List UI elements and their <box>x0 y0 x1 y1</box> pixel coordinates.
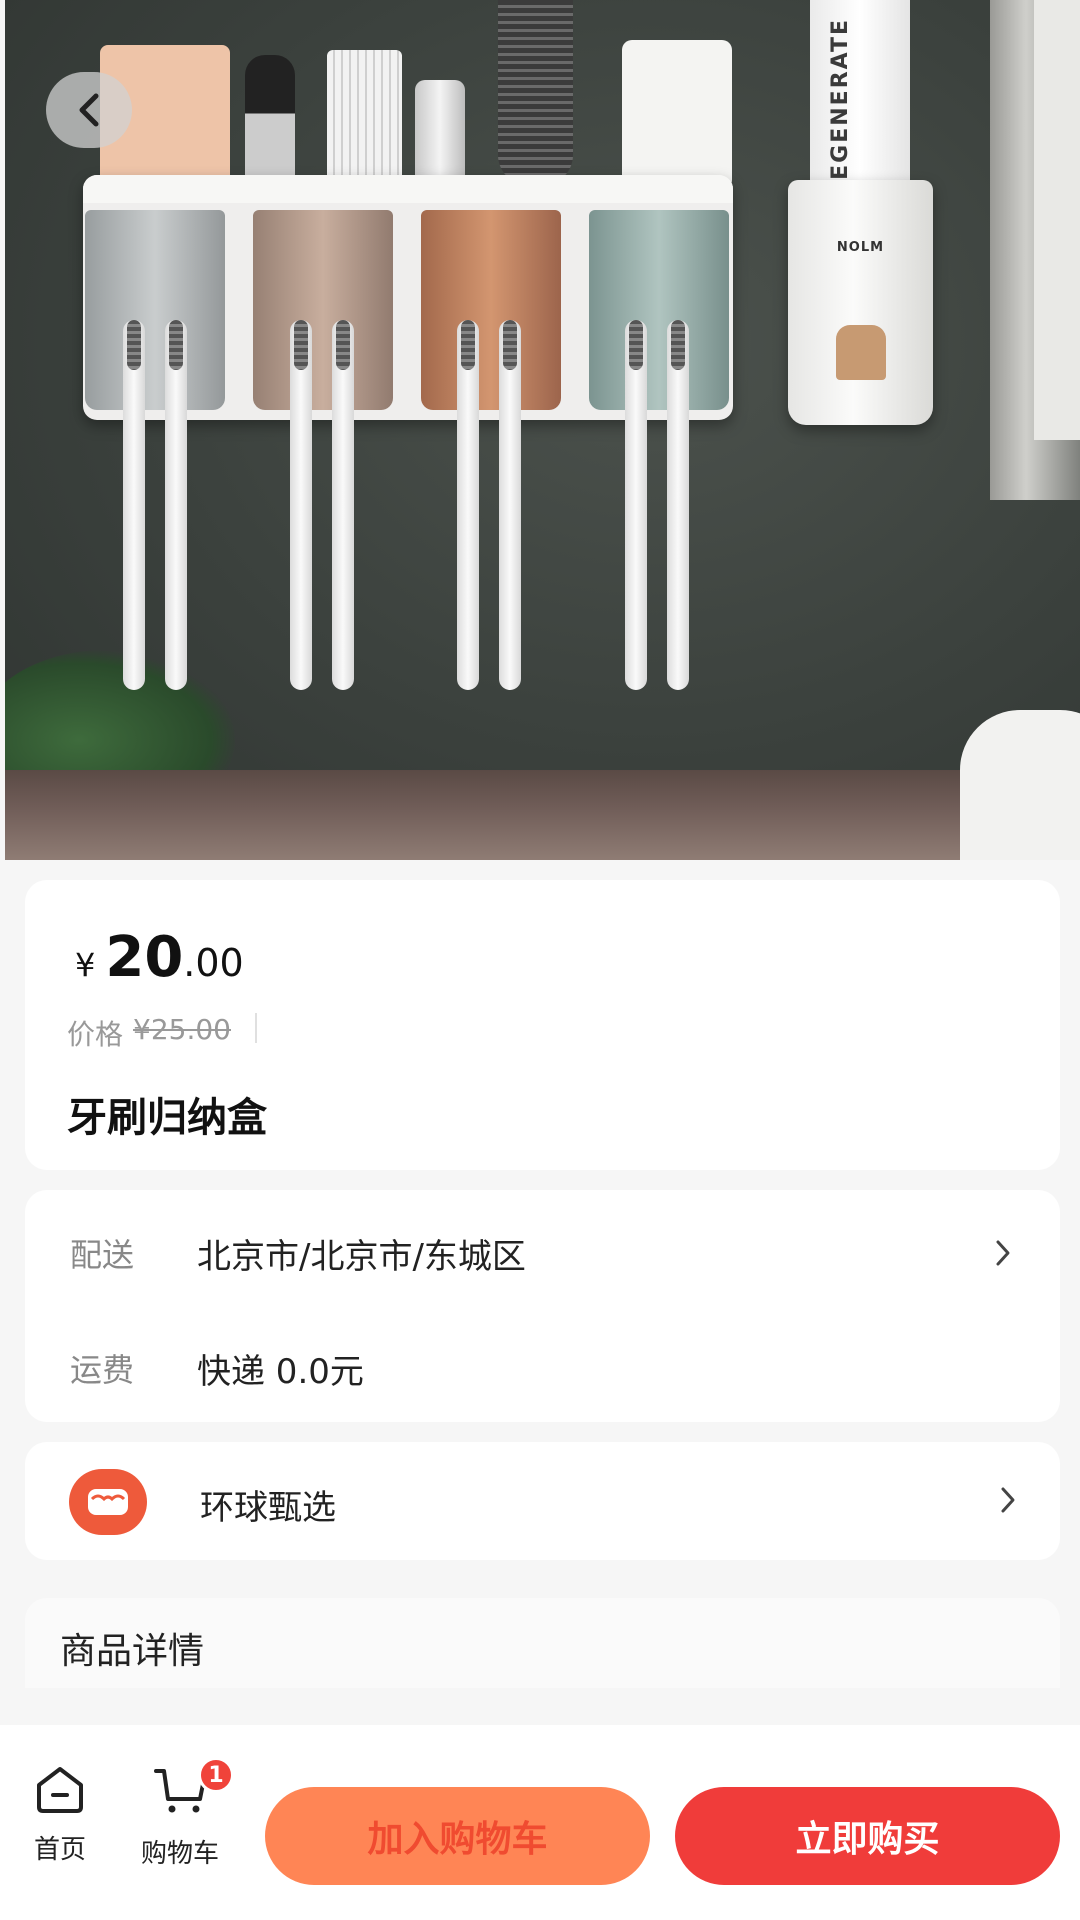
product-title: 牙刷归纳盒 <box>67 1095 267 1141</box>
add-to-cart-button[interactable]: 加入购物车 <box>265 1787 650 1885</box>
back-button[interactable] <box>46 72 132 148</box>
sink-decoration <box>960 710 1080 860</box>
makeup-brush <box>245 55 295 185</box>
mirror-frame <box>990 0 1080 500</box>
toothbrush <box>332 320 354 690</box>
cart-count-badge: 1 <box>198 1757 234 1793</box>
bottom-action-bar: 首页 1 购物车 加入购物车 立即购买 <box>0 1725 1080 1920</box>
dispenser-brand: NOLM <box>836 240 885 255</box>
store-logo-icon <box>69 1469 147 1535</box>
store-name: 环球甄选 <box>200 1488 336 1528</box>
product-details-title: 商品详情 <box>60 1631 205 1672</box>
store-card[interactable]: 环球甄选 <box>25 1442 1060 1560</box>
razor <box>415 80 465 190</box>
product-image[interactable]: REGENERATE NOLM <box>5 0 1080 860</box>
buy-now-button[interactable]: 立即购买 <box>675 1787 1060 1885</box>
product-details-section: 商品详情 <box>25 1598 1060 1688</box>
comb <box>327 50 402 190</box>
toothpaste-tube: REGENERATE <box>810 0 910 205</box>
price-card: ¥ 20 .00 价格 ¥25.00 牙刷归纳盒 <box>25 880 1060 1170</box>
toothbrush <box>667 320 689 690</box>
price-decimal: .00 <box>183 941 244 985</box>
home-tab[interactable]: 首页 <box>30 1765 90 1866</box>
cup-brown <box>253 210 393 410</box>
wooden-shelf <box>5 770 1080 860</box>
toothbrush <box>123 320 145 690</box>
original-price: ¥25.00 <box>133 1013 231 1046</box>
toothpaste-dispenser: NOLM <box>788 180 933 425</box>
shipping-fee-label: 运费 <box>70 1351 135 1389</box>
current-price: ¥ 20 .00 <box>75 925 244 990</box>
toothbrush <box>290 320 312 690</box>
toothbrush <box>499 320 521 690</box>
toothbrush <box>165 320 187 690</box>
product-detail-page: REGENERATE NOLM ¥ 20 .00 价格 ¥25.00 牙刷归纳盒… <box>0 0 1080 1920</box>
hair-brush <box>498 0 573 185</box>
cart-label: 购物车 <box>140 1839 219 1869</box>
home-label: 首页 <box>33 1835 86 1865</box>
lotion-bottle <box>622 40 732 190</box>
chevron-right-icon <box>996 1487 1020 1513</box>
cup-gray <box>85 210 225 410</box>
currency-symbol: ¥ <box>75 946 96 984</box>
delivery-row[interactable]: 配送 北京市/北京市/东城区 <box>70 1218 1015 1288</box>
delivery-label: 配送 <box>70 1236 135 1274</box>
shipping-fee-value: 快递 0.0元 <box>197 1351 364 1392</box>
chevron-right-icon <box>991 1240 1015 1266</box>
cart-tab[interactable]: 1 购物车 <box>135 1757 234 1870</box>
cup-teal <box>589 210 729 410</box>
price-integer: 20 <box>105 925 184 990</box>
original-price-label: 价格 <box>67 1018 124 1051</box>
chevron-left-icon <box>79 93 99 127</box>
delivery-address: 北京市/北京市/东城区 <box>197 1236 526 1277</box>
toothbrush <box>625 320 647 690</box>
shipping-card: 配送 北京市/北京市/东城区 运费 快递 0.0元 <box>25 1190 1060 1422</box>
original-price-row: 价格 ¥25.00 <box>67 1013 257 1053</box>
toothbrush <box>457 320 479 690</box>
toothpaste-label: REGENERATE <box>828 18 853 199</box>
divider <box>255 1013 257 1043</box>
shipping-fee-row: 运费 快递 0.0元 <box>70 1333 1015 1403</box>
home-icon <box>37 1767 83 1813</box>
cup-orange <box>421 210 561 410</box>
